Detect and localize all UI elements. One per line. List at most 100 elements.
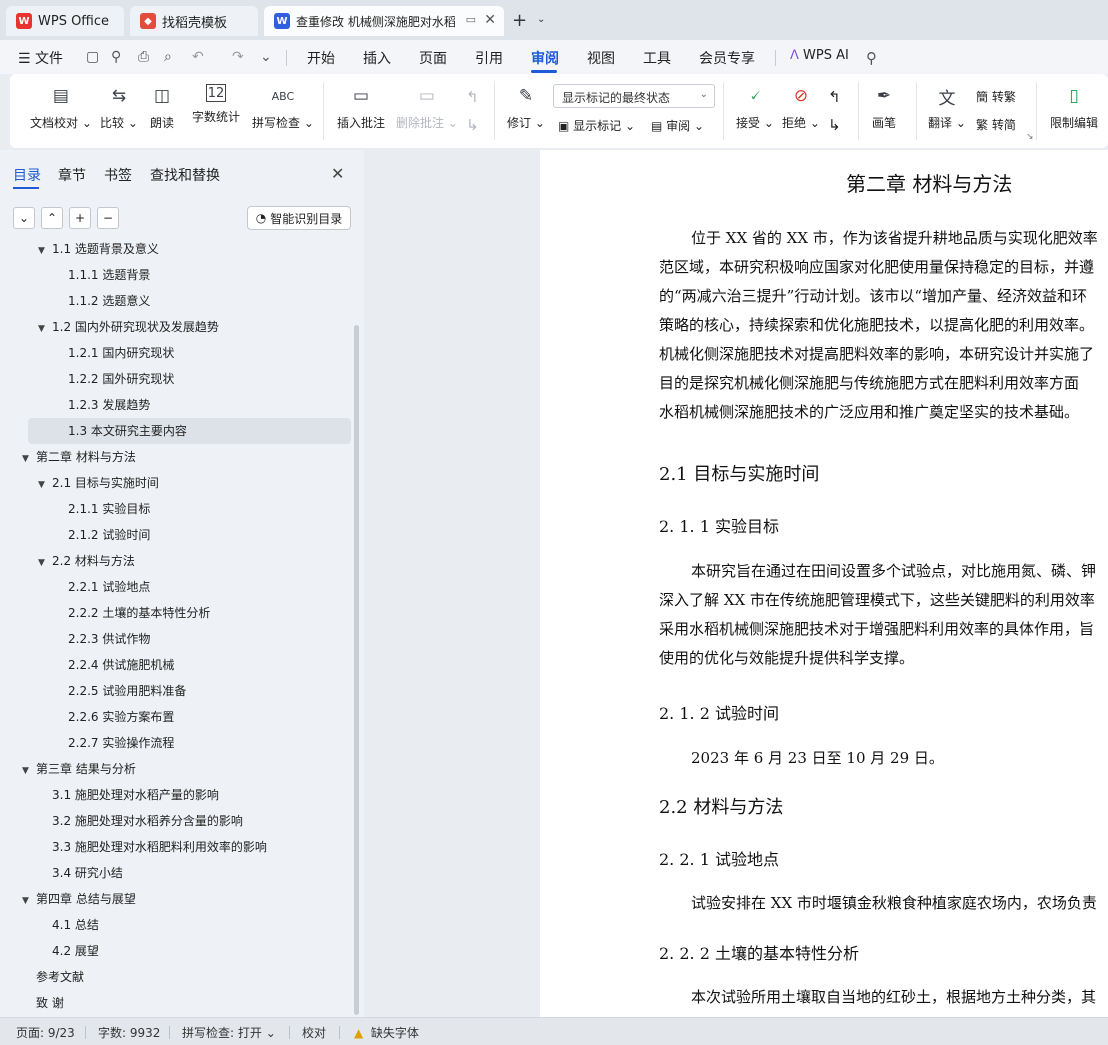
tab-document[interactable]: W 查重修改 机械侧深施肥对水稻 ▭ ✕ bbox=[264, 6, 504, 36]
close-panel-icon[interactable]: ✕ bbox=[331, 164, 344, 183]
wps-ai-button[interactable]: ᐱ WPS AI bbox=[790, 48, 849, 63]
menu-reference[interactable]: 引用 bbox=[475, 48, 503, 68]
prev-change-icon[interactable]: ↰ bbox=[828, 88, 841, 106]
toc-item[interactable]: 2.2.3 供试作物 bbox=[54, 626, 150, 652]
toc-item[interactable]: 2.2.6 实验方案布置 bbox=[54, 704, 174, 730]
toc-item[interactable]: ▼ 2.2 材料与方法 bbox=[38, 548, 135, 574]
share-icon[interactable]: ⚲ bbox=[111, 49, 121, 65]
toc-item[interactable]: ▼ 2.1 目标与实施时间 bbox=[38, 470, 159, 496]
toc-item[interactable]: 1.2.3 发展趋势 bbox=[54, 392, 150, 418]
nav-tab-bookmarks[interactable]: 书签 bbox=[104, 165, 132, 185]
expand-arrow-icon[interactable]: ▼ bbox=[38, 472, 52, 498]
word-count-indicator[interactable]: 字数: 9932 bbox=[98, 1024, 160, 1041]
review-pane-button[interactable]: ▤ 审阅 ⌄ bbox=[651, 117, 704, 134]
menu-review[interactable]: 审阅 bbox=[531, 48, 559, 68]
pen-button[interactable]: ✒ 画笔 bbox=[872, 84, 896, 131]
to-simplified-button[interactable]: 繁 转简 bbox=[976, 116, 1016, 133]
toc-item[interactable]: 致 谢 bbox=[22, 990, 64, 1016]
expand-arrow-icon[interactable]: ▼ bbox=[38, 316, 52, 342]
missing-font-status[interactable]: ▲ 缺失字体 bbox=[354, 1024, 419, 1041]
toc-item[interactable]: 2.2.7 实验操作流程 bbox=[54, 730, 174, 756]
collapse-level-button[interactable]: ⌄ bbox=[13, 207, 35, 229]
chevron-down-icon[interactable]: ⌄ bbox=[537, 14, 545, 25]
toc-item[interactable]: ▼ 1.1 选题背景及意义 bbox=[38, 242, 159, 262]
nav-tab-sections[interactable]: 章节 bbox=[58, 165, 86, 185]
toc-scrollbar[interactable] bbox=[354, 325, 359, 1015]
more-chevron-icon[interactable]: ⌄ bbox=[260, 49, 272, 65]
markup-display-select[interactable]: 显示标记的最终状态 ⌄ bbox=[553, 84, 715, 108]
word-count-button[interactable]: 12 字数统计 bbox=[192, 84, 240, 125]
restrict-edit-button[interactable]: ▯ 限制编辑 bbox=[1050, 84, 1098, 131]
toc-item[interactable]: 2.2.5 试验用肥料准备 bbox=[54, 678, 186, 704]
toc-item[interactable]: 4.1 总结 bbox=[38, 912, 99, 938]
expand-arrow-icon[interactable]: ▼ bbox=[22, 758, 36, 784]
expand-arrow-icon[interactable]: ▼ bbox=[38, 550, 52, 576]
toc-item[interactable]: ▼ 第三章 结果与分析 bbox=[22, 756, 136, 782]
redo-icon[interactable]: ↷ bbox=[232, 49, 244, 65]
toc-item[interactable]: 1.1.2 选题意义 bbox=[54, 288, 150, 314]
toc-item[interactable]: 2.2.4 供试施肥机械 bbox=[54, 652, 174, 678]
spell-check-button[interactable]: ABC 拼写检查 ⌄ bbox=[252, 84, 314, 131]
new-tab-icon[interactable]: + bbox=[512, 10, 527, 31]
expand-arrow-icon[interactable]: ▼ bbox=[22, 888, 36, 914]
print-preview-icon[interactable]: ⌕ bbox=[164, 49, 172, 65]
toc-item[interactable]: ▼ 第二章 材料与方法 bbox=[22, 444, 136, 470]
toc-item[interactable]: 1.2.1 国内研究现状 bbox=[54, 340, 174, 366]
spell-check-status[interactable]: 拼写检查: 打开 ⌄ bbox=[182, 1024, 276, 1041]
expand-corner-icon[interactable]: ↘ bbox=[1026, 132, 1034, 142]
toc-item[interactable]: 3.4 研究小结 bbox=[38, 860, 123, 886]
prev-comment-icon[interactable]: ↰ bbox=[466, 88, 479, 106]
to-traditional-button[interactable]: 簡 转繁 bbox=[976, 88, 1016, 105]
undo-icon[interactable]: ↶ bbox=[192, 49, 204, 65]
remove-heading-button[interactable]: − bbox=[97, 207, 119, 229]
nav-tab-toc[interactable]: 目录 bbox=[13, 165, 41, 185]
reject-button[interactable]: ⊘ 拒绝 ⌄ bbox=[782, 84, 820, 131]
revise-button[interactable]: ✎ 修订 ⌄ bbox=[507, 84, 545, 131]
nav-tab-find-replace[interactable]: 查找和替换 bbox=[150, 165, 220, 185]
add-heading-button[interactable]: + bbox=[69, 207, 91, 229]
compare-button[interactable]: ⇆ 比较 ⌄ bbox=[100, 84, 138, 131]
tab-wps-office[interactable]: W WPS Office bbox=[6, 6, 124, 36]
toc-item[interactable]: ▼ 1.2 国内外研究现状及发展趋势 bbox=[38, 314, 219, 340]
document-page[interactable]: 第二章 材料与方法 位于 XX 省的 XX 市，作为该省提升耕地品质与实现化肥效… bbox=[540, 150, 1108, 1017]
toc-item[interactable]: 参考文献 bbox=[22, 964, 84, 990]
menu-member[interactable]: 会员专享 bbox=[699, 48, 755, 68]
accept-button[interactable]: 🗸 接受 ⌄ bbox=[736, 84, 774, 131]
print-icon[interactable]: ⎙ bbox=[138, 49, 149, 65]
translate-button[interactable]: 文翻译 ⌄ bbox=[928, 84, 966, 131]
search-icon[interactable]: ⚲ bbox=[866, 49, 877, 67]
expand-arrow-icon[interactable]: ▼ bbox=[22, 446, 36, 472]
toc-item[interactable]: 3.1 施肥处理对水稻产量的影响 bbox=[38, 782, 219, 808]
toc-item[interactable]: 2.2.1 试验地点 bbox=[54, 574, 150, 600]
toc-item[interactable]: ▼ 第四章 总结与展望 bbox=[22, 886, 136, 912]
tab-template[interactable]: ◆ 找稻壳模板 bbox=[130, 6, 258, 36]
next-comment-icon[interactable]: ↳ bbox=[466, 116, 479, 134]
toc-item[interactable]: 1.2.2 国外研究现状 bbox=[54, 366, 174, 392]
save-icon[interactable]: ▢ bbox=[86, 49, 99, 65]
show-markup-button[interactable]: ▣ 显示标记 ⌄ bbox=[558, 117, 635, 134]
page-indicator[interactable]: 页面: 9/23 bbox=[16, 1024, 75, 1041]
expand-level-button[interactable]: ⌃ bbox=[41, 207, 63, 229]
toc-item[interactable]: 1.3 本文研究主要内容 bbox=[28, 418, 351, 444]
toc-item[interactable]: 4.2 展望 bbox=[38, 938, 99, 964]
toc-item[interactable]: 3.3 施肥处理对水稻肥料利用效率的影响 bbox=[38, 834, 267, 860]
file-menu[interactable]: ☰ 文件 bbox=[18, 48, 63, 68]
toc-item[interactable]: 2.1.2 试验时间 bbox=[54, 522, 150, 548]
toc-item[interactable]: 2.2.2 土壤的基本特性分析 bbox=[54, 600, 210, 626]
menu-insert[interactable]: 插入 bbox=[363, 48, 391, 68]
toc-item[interactable]: 2.1.1 实验目标 bbox=[54, 496, 150, 522]
next-change-icon[interactable]: ↳ bbox=[828, 116, 841, 134]
toc-item[interactable]: 1.1.1 选题背景 bbox=[54, 262, 150, 288]
toc-item[interactable]: 3.2 施肥处理对水稻养分含量的影响 bbox=[38, 808, 243, 834]
doc-check-button[interactable]: ▤ 文档校对 ⌄ bbox=[30, 84, 92, 131]
delete-comment-button[interactable]: ▭ 删除批注 ⌄ bbox=[396, 84, 458, 131]
smart-toc-button[interactable]: ◔ 智能识别目录 bbox=[247, 206, 351, 230]
menu-view[interactable]: 视图 bbox=[587, 48, 615, 68]
menu-tools[interactable]: 工具 bbox=[643, 48, 671, 68]
menu-page[interactable]: 页面 bbox=[419, 48, 447, 68]
proofread-status[interactable]: 校对 bbox=[302, 1024, 326, 1041]
close-tab-icon[interactable]: ✕ bbox=[484, 12, 496, 28]
menu-start[interactable]: 开始 bbox=[307, 48, 335, 68]
insert-comment-button[interactable]: ▭ 插入批注 bbox=[337, 84, 385, 131]
expand-arrow-icon[interactable]: ▼ bbox=[38, 242, 52, 264]
